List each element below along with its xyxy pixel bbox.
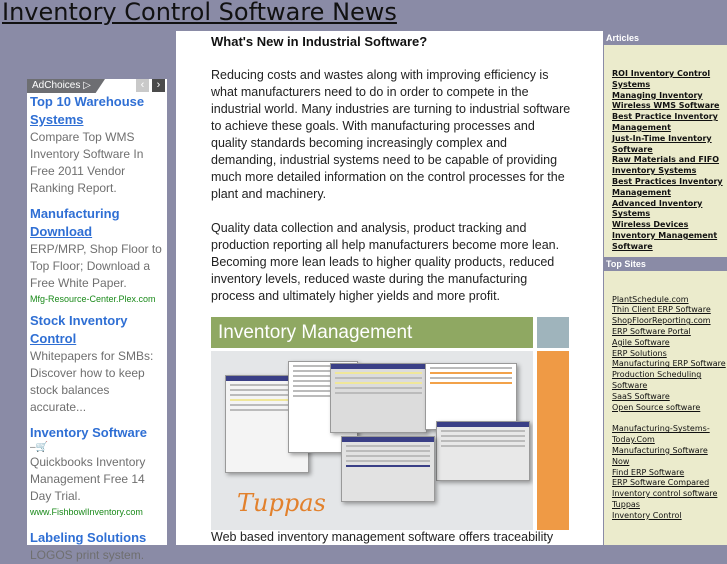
sidebar-link[interactable]: ROI Inventory Control Systems [612, 69, 727, 91]
ad-title-link[interactable]: Top 10 Warehouse Systems [30, 93, 164, 129]
articles-heading: Articles [604, 31, 727, 45]
sidebar-link[interactable]: Thin Client ERP Software [612, 305, 727, 316]
sidebar-link[interactable]: Managing Inventory [612, 91, 727, 102]
ad-title-link[interactable]: Manufacturing Download [30, 205, 164, 241]
sidebar-link[interactable]: Best Practices Inventory Management [612, 177, 727, 199]
top-sites-list: PlantSchedule.com Thin Client ERP Softwar… [604, 295, 727, 414]
ad-next-icon[interactable]: › [152, 79, 165, 92]
ad-item: Manufacturing Download ERP/MRP, Shop Floo… [27, 205, 167, 306]
ad-description: ERP/MRP, Shop Floor to Top Floor; Downlo… [30, 242, 162, 290]
sidebar-link[interactable]: SaaS Software [612, 392, 727, 403]
adchoices-button[interactable]: AdChoices ▷ [27, 79, 105, 93]
ad-title-link[interactable]: Stock Inventory Control [30, 312, 164, 348]
sidebar-link[interactable]: Inventory Control [612, 511, 727, 522]
ad-title-line1: Stock Inventory [30, 313, 128, 328]
banner-accent-orange [537, 351, 569, 530]
ad-item: Top 10 Warehouse Systems Compare Top WMS … [27, 93, 167, 197]
screenshot-thumb [425, 363, 517, 430]
sidebar-link[interactable]: Just-In-Time Inventory Software [612, 134, 727, 156]
ad-description: Quickbooks Inventory Management Free 14 … [30, 455, 146, 503]
sidebar-link[interactable]: Inventory Management Software [612, 231, 727, 253]
ad-url[interactable]: www.FishbowlInventory.com [30, 505, 164, 519]
sidebar-link[interactable]: ShopFloorReporting.com [612, 316, 727, 327]
ad-title-line1: Manufacturing [30, 206, 120, 221]
main-content: What's New in Industrial Software? Reduc… [176, 31, 603, 545]
ad-item: Inventory Software –🛒 Quickbooks Invento… [27, 424, 167, 519]
sidebar-link[interactable]: Production Scheduling Software [612, 370, 727, 392]
sidebar-link[interactable]: Manufacturing ERP Software [612, 359, 727, 370]
ad-title-line2: Download [30, 224, 93, 239]
sidebar-link[interactable]: ERP Solutions [612, 349, 727, 360]
tuppas-logo: Tuppas [237, 489, 326, 517]
sidebar-link[interactable]: Manufacturing Software Now [612, 446, 727, 468]
ad-title-link[interactable]: Labeling Solutions [30, 529, 164, 547]
ad-item: Labeling Solutions LOGOS print system. [27, 529, 167, 564]
screenshot-thumb [436, 421, 530, 481]
ad-title-link[interactable]: Inventory Software [30, 424, 164, 442]
sidebar-link[interactable]: Wireless Devices [612, 220, 727, 231]
right-sidebar: Articles ROI Inventory Control Systems Ma… [604, 31, 727, 545]
ad-header: AdChoices ▷ ‹ › [27, 79, 167, 93]
banner-title: Inventory Management [211, 317, 533, 348]
sidebar-link[interactable]: Raw Materials and FIFO Inventory Systems [612, 155, 727, 177]
ad-title-line2: Control [30, 331, 77, 346]
sidebar-link[interactable]: Agile Software [612, 338, 727, 349]
sidebar-link[interactable]: Open Source software [612, 403, 727, 414]
sidebar-link[interactable]: Wireless WMS Software [612, 101, 727, 112]
articles-list: ROI Inventory Control Systems Managing In… [604, 69, 727, 253]
ad-description: Whitepapers for SMBs: Discover how to ke… [30, 349, 154, 414]
ad-description: Compare Top WMS Inventory Software In Fr… [30, 130, 144, 195]
sidebar-link[interactable]: ERP Software Compared [612, 478, 727, 489]
top-sites-list: Manufacturing-Systems-Today.Com Manufactu… [604, 424, 727, 521]
sidebar-link[interactable]: PlantSchedule.com [612, 295, 727, 306]
article-paragraph: Quality data collection and analysis, pr… [211, 221, 560, 303]
article-heading: What's New in Industrial Software? [211, 34, 428, 49]
screenshot-thumb [341, 436, 435, 502]
sidebar-link[interactable]: ERP Software Portal [612, 327, 727, 338]
article-paragraph: Reducing costs and wastes along with imp… [211, 68, 571, 201]
cart-icon: –🛒 [30, 442, 49, 453]
ad-prev-icon[interactable]: ‹ [136, 79, 149, 92]
ad-title-line2: Systems [30, 112, 84, 127]
ad-column: AdChoices ▷ ‹ › Top 10 Warehouse Systems … [27, 79, 167, 562]
sidebar-link[interactable]: Inventory control software Tuppas [612, 489, 727, 511]
software-screenshots-image: Tuppas [211, 351, 533, 530]
sidebar-link[interactable]: Best Practice Inventory Management [612, 112, 727, 134]
top-sites-heading: Top Sites [604, 256, 727, 271]
site-title[interactable]: Inventory Control Software News [2, 0, 397, 26]
sidebar-link[interactable]: Advanced Inventory Systems [612, 199, 727, 221]
banner-accent-blue [537, 317, 569, 348]
ad-item: Stock Inventory Control Whitepapers for S… [27, 312, 167, 416]
ad-title-line1: Top 10 Warehouse [30, 94, 145, 109]
sidebar-link[interactable]: Find ERP Software [612, 468, 727, 479]
article-paragraph: Web based inventory management software … [211, 530, 554, 544]
sidebar-link[interactable]: Manufacturing-Systems-Today.Com [612, 424, 727, 446]
ad-description: LOGOS print system. [30, 548, 145, 562]
inventory-management-banner: Inventory Management Tuppas [211, 317, 569, 530]
screenshot-thumb [330, 363, 427, 433]
ad-url[interactable]: Mfg-Resource-Center.Plex.com [30, 292, 164, 306]
